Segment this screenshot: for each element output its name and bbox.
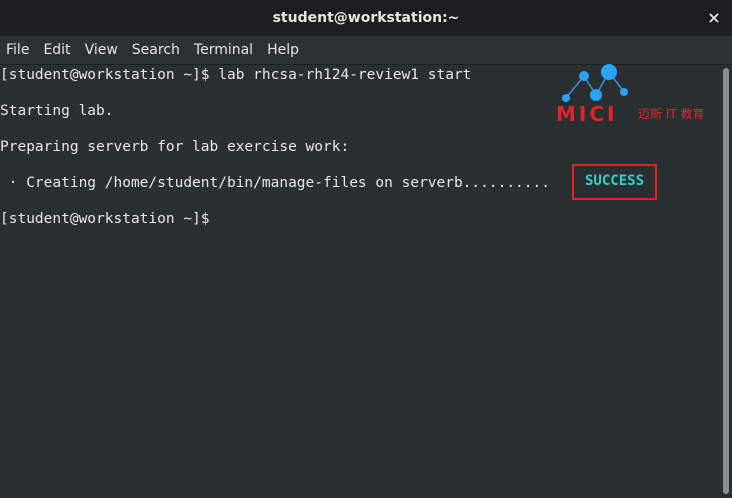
menu-edit[interactable]: Edit <box>37 42 78 58</box>
scrollbar-thumb[interactable] <box>723 68 729 494</box>
watermark-brand: MICI <box>556 102 618 126</box>
terminal-line: Starting lab. <box>0 103 114 119</box>
window-title: student@workstation:~ <box>272 10 460 26</box>
watermark-subtitle: 迈斯 IT 教育 <box>638 107 705 121</box>
terminal-line: Preparing serverb for lab exercise work: <box>0 139 350 155</box>
menu-search[interactable]: Search <box>126 42 188 58</box>
terminal-line: · Creating /home/student/bin/manage-file… <box>0 175 550 191</box>
menu-terminal[interactable]: Terminal <box>188 42 261 58</box>
status-success: SUCCESS <box>585 173 645 189</box>
menu-help[interactable]: Help <box>261 42 307 58</box>
terminal-line: [student@workstation ~]$ lab rhcsa-rh124… <box>0 67 472 83</box>
close-button[interactable]: × <box>704 8 724 28</box>
terminal-output[interactable]: [student@workstation ~]$ lab rhcsa-rh124… <box>0 65 720 498</box>
terminal-prompt: [student@workstation ~]$ <box>0 211 210 227</box>
close-icon: × <box>707 8 721 27</box>
title-bar: student@workstation:~ × <box>0 0 732 36</box>
menu-file[interactable]: File <box>0 42 37 58</box>
menu-view[interactable]: View <box>79 42 126 58</box>
menu-bar: File Edit View Search Terminal Help <box>0 36 732 65</box>
